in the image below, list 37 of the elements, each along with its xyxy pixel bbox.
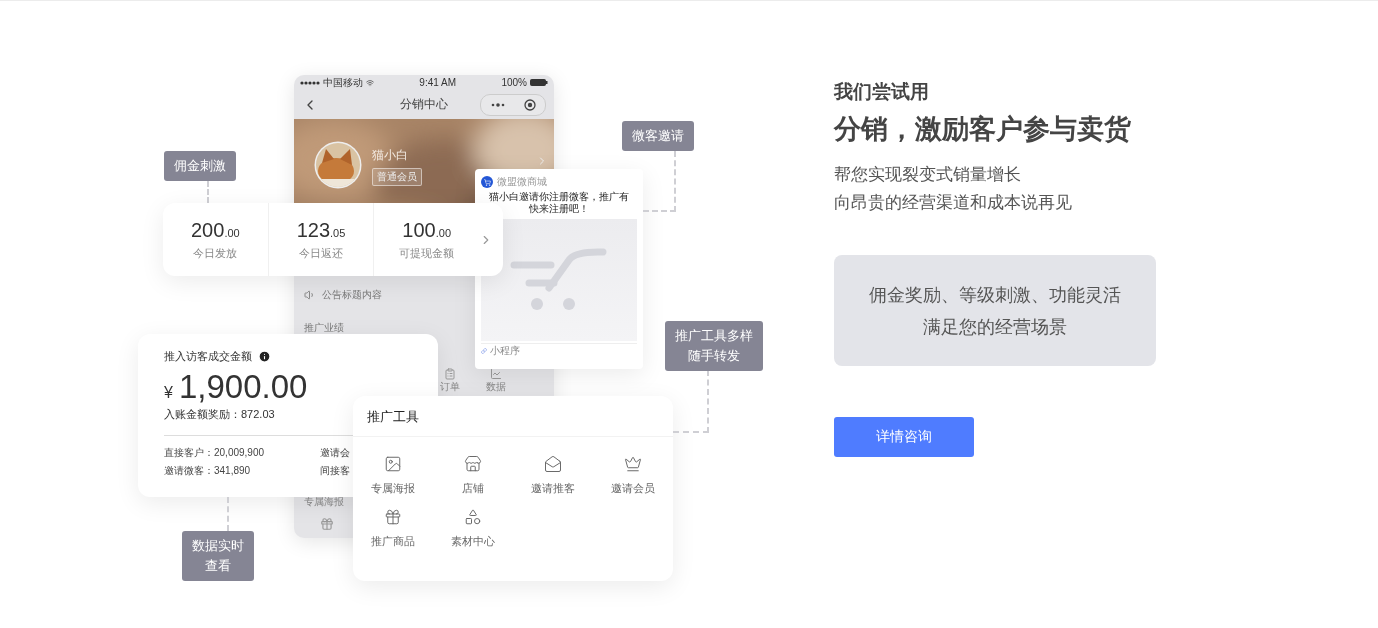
callout-tag: 推广工具多样 随手转发 <box>665 321 763 371</box>
stat-label: 今日发放 <box>193 245 238 261</box>
tool-label[interactable]: 店铺 <box>462 481 484 496</box>
consult-button[interactable]: 详情咨询 <box>834 417 974 457</box>
callout-tag: 佣金刺激 <box>164 151 236 181</box>
earnings-amount: 1,900.00 <box>178 370 308 404</box>
currency-symbol: ¥ <box>164 384 173 402</box>
hero-subtitle: 向昂贵的经营渠道和成本说再见 <box>834 192 1073 214</box>
carrier-text: 中国移动 <box>323 75 363 90</box>
tool-label[interactable]: 邀请会员 <box>611 481 655 496</box>
stat-label: 今日返还 <box>299 245 343 261</box>
mini-program-label: 小程序 <box>490 344 520 358</box>
hero-subtitle: 帮您实现裂变式销量增长 <box>834 164 1022 186</box>
callout-tag: 微客邀请 <box>622 121 694 151</box>
tools-title: 推广工具 <box>353 396 673 437</box>
tool-label[interactable]: 素材中心 <box>451 534 495 549</box>
hero-eyebrow: 我们尝试用 <box>834 80 930 104</box>
hero-title: 分销，激励客户参与卖货 <box>834 113 1132 146</box>
battery-text: 100% <box>501 77 527 88</box>
customer-stat: 邀请微客：341,890 <box>164 464 252 478</box>
page-title: 分销中心 <box>400 96 448 113</box>
stat-label: 可提现金额 <box>399 245 455 261</box>
tool-label[interactable]: 专属海报 <box>371 481 415 496</box>
customer-stat: 直接客户：20,009,900 <box>164 446 266 460</box>
stat-value: 200.00 <box>191 218 240 242</box>
tool-label[interactable]: 推广商品 <box>371 534 415 549</box>
customer-stat: 间接客 <box>320 464 351 478</box>
customer-stat: 邀请会 <box>320 446 351 460</box>
earnings-title: 推入访客成交金额 <box>164 349 252 364</box>
section-label: 专属海报 <box>303 495 345 509</box>
reward-text: 入账金额奖励：872.03 <box>164 407 275 422</box>
status-time: 9:41 AM <box>419 77 457 88</box>
section-title: 推广业绩 <box>303 321 345 335</box>
tool-label[interactable]: 邀请推客 <box>531 481 575 496</box>
callout-tag: 数据实时 查看 <box>182 531 254 581</box>
feature-text: 佣金奖励、等级刺激、功能灵活 满足您的经营场景 <box>869 283 1121 339</box>
notice-text: 公告标题内容 <box>322 288 382 302</box>
